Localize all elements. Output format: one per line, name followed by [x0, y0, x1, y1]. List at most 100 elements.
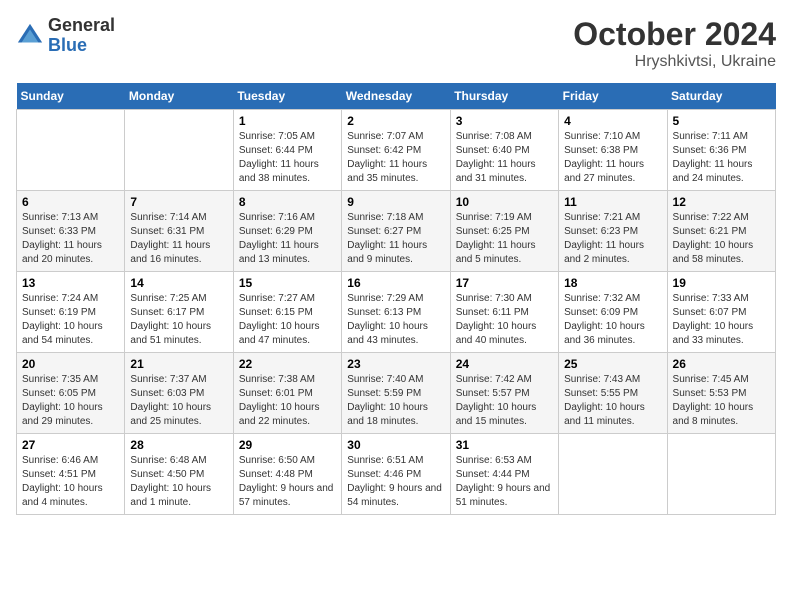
month-title: October 2024 [573, 16, 776, 53]
day-number: 7 [130, 195, 227, 209]
day-info: Sunrise: 7:05 AM Sunset: 6:44 PM Dayligh… [239, 130, 336, 186]
day-number: 17 [456, 276, 553, 290]
calendar-day-cell: 20Sunrise: 7:35 AM Sunset: 6:05 PM Dayli… [17, 353, 125, 434]
day-number: 23 [347, 357, 444, 371]
calendar-day-cell: 15 Sunrise: 7:27 AM Sunset: 6:15 PM Dayli… [233, 272, 341, 353]
calendar-day-cell: 14 Sunrise: 7:25 AM Sunset: 6:17 PM Dayli… [125, 272, 233, 353]
calendar-day-cell: 5Sunrise: 7:11 AM Sunset: 6:36 PM Daylig… [667, 110, 775, 191]
day-number: 16 [347, 276, 444, 290]
day-number: 19 [673, 276, 770, 290]
calendar-day-cell: 12Sunrise: 7:22 AM Sunset: 6:21 PM Dayli… [667, 191, 775, 272]
day-number: 2 [347, 114, 444, 128]
calendar-day-cell: 19Sunrise: 7:33 AM Sunset: 6:07 PM Dayli… [667, 272, 775, 353]
day-number: 4 [564, 114, 661, 128]
calendar-day-cell: 26 Sunrise: 7:45 AM Sunset: 5:53 PM Dayli… [667, 353, 775, 434]
calendar-day-cell: 10Sunrise: 7:19 AM Sunset: 6:25 PM Dayli… [450, 191, 558, 272]
calendar-day-cell [667, 434, 775, 515]
logo-blue-text: Blue [48, 36, 115, 56]
day-info: Sunrise: 6:51 AM Sunset: 4:46 PM Dayligh… [347, 454, 444, 510]
calendar-day-cell: 1 Sunrise: 7:05 AM Sunset: 6:44 PM Daylig… [233, 110, 341, 191]
calendar-week-row: 20Sunrise: 7:35 AM Sunset: 6:05 PM Dayli… [17, 353, 776, 434]
calendar-day-cell: 31 Sunrise: 6:53 AM Sunset: 4:44 PM Dayli… [450, 434, 558, 515]
day-info: Sunrise: 6:48 AM Sunset: 4:50 PM Dayligh… [130, 454, 227, 510]
calendar-body: 1 Sunrise: 7:05 AM Sunset: 6:44 PM Daylig… [17, 110, 776, 515]
weekday-header-cell: Wednesday [342, 83, 450, 110]
day-info: Sunrise: 7:37 AM Sunset: 6:03 PM Dayligh… [130, 373, 227, 429]
calendar-day-cell: 2 Sunrise: 7:07 AM Sunset: 6:42 PM Daylig… [342, 110, 450, 191]
logo: General Blue [16, 16, 115, 56]
day-info: Sunrise: 6:53 AM Sunset: 4:44 PM Dayligh… [456, 454, 553, 510]
weekday-header-cell: Monday [125, 83, 233, 110]
calendar-day-cell: 22 Sunrise: 7:38 AM Sunset: 6:01 PM Dayli… [233, 353, 341, 434]
day-info: Sunrise: 7:45 AM Sunset: 5:53 PM Dayligh… [673, 373, 770, 429]
calendar-day-cell: 23 Sunrise: 7:40 AM Sunset: 5:59 PM Dayli… [342, 353, 450, 434]
day-info: Sunrise: 7:14 AM Sunset: 6:31 PM Dayligh… [130, 211, 227, 267]
day-info: Sunrise: 7:27 AM Sunset: 6:15 PM Dayligh… [239, 292, 336, 348]
logo-icon [16, 22, 44, 50]
day-number: 1 [239, 114, 336, 128]
calendar-day-cell: 16 Sunrise: 7:29 AM Sunset: 6:13 PM Dayli… [342, 272, 450, 353]
calendar-day-cell: 9Sunrise: 7:18 AM Sunset: 6:27 PM Daylig… [342, 191, 450, 272]
day-number: 8 [239, 195, 336, 209]
page-header: General Blue October 2024 Hryshkivtsi, U… [16, 16, 776, 71]
day-info: Sunrise: 7:24 AM Sunset: 6:19 PM Dayligh… [22, 292, 119, 348]
day-number: 3 [456, 114, 553, 128]
calendar-day-cell: 11 Sunrise: 7:21 AM Sunset: 6:23 PM Dayli… [559, 191, 667, 272]
calendar-day-cell: 6 Sunrise: 7:13 AM Sunset: 6:33 PM Daylig… [17, 191, 125, 272]
day-number: 28 [130, 438, 227, 452]
day-info: Sunrise: 7:21 AM Sunset: 6:23 PM Dayligh… [564, 211, 661, 267]
day-info: Sunrise: 7:10 AM Sunset: 6:38 PM Dayligh… [564, 130, 661, 186]
calendar-day-cell: 8Sunrise: 7:16 AM Sunset: 6:29 PM Daylig… [233, 191, 341, 272]
day-number: 13 [22, 276, 119, 290]
day-number: 26 [673, 357, 770, 371]
calendar-day-cell: 24 Sunrise: 7:42 AM Sunset: 5:57 PM Dayli… [450, 353, 558, 434]
day-info: Sunrise: 7:40 AM Sunset: 5:59 PM Dayligh… [347, 373, 444, 429]
day-number: 31 [456, 438, 553, 452]
day-info: Sunrise: 7:32 AM Sunset: 6:09 PM Dayligh… [564, 292, 661, 348]
day-number: 29 [239, 438, 336, 452]
day-info: Sunrise: 7:07 AM Sunset: 6:42 PM Dayligh… [347, 130, 444, 186]
calendar-day-cell: 28 Sunrise: 6:48 AM Sunset: 4:50 PM Dayli… [125, 434, 233, 515]
day-info: Sunrise: 7:13 AM Sunset: 6:33 PM Dayligh… [22, 211, 119, 267]
day-number: 9 [347, 195, 444, 209]
day-number: 14 [130, 276, 227, 290]
day-number: 30 [347, 438, 444, 452]
calendar-week-row: 13 Sunrise: 7:24 AM Sunset: 6:19 PM Dayli… [17, 272, 776, 353]
day-info: Sunrise: 7:38 AM Sunset: 6:01 PM Dayligh… [239, 373, 336, 429]
day-number: 20 [22, 357, 119, 371]
day-info: Sunrise: 7:08 AM Sunset: 6:40 PM Dayligh… [456, 130, 553, 186]
day-number: 12 [673, 195, 770, 209]
weekday-header-row: SundayMondayTuesdayWednesdayThursdayFrid… [17, 83, 776, 110]
day-number: 21 [130, 357, 227, 371]
calendar-day-cell: 27Sunrise: 6:46 AM Sunset: 4:51 PM Dayli… [17, 434, 125, 515]
calendar-day-cell: 4 Sunrise: 7:10 AM Sunset: 6:38 PM Daylig… [559, 110, 667, 191]
day-info: Sunrise: 7:42 AM Sunset: 5:57 PM Dayligh… [456, 373, 553, 429]
calendar-day-cell [125, 110, 233, 191]
calendar-day-cell: 21 Sunrise: 7:37 AM Sunset: 6:03 PM Dayli… [125, 353, 233, 434]
calendar-week-row: 1 Sunrise: 7:05 AM Sunset: 6:44 PM Daylig… [17, 110, 776, 191]
calendar-day-cell: 7 Sunrise: 7:14 AM Sunset: 6:31 PM Daylig… [125, 191, 233, 272]
day-info: Sunrise: 7:25 AM Sunset: 6:17 PM Dayligh… [130, 292, 227, 348]
weekday-header-cell: Thursday [450, 83, 558, 110]
weekday-header-cell: Sunday [17, 83, 125, 110]
day-info: Sunrise: 6:50 AM Sunset: 4:48 PM Dayligh… [239, 454, 336, 510]
day-number: 24 [456, 357, 553, 371]
calendar-day-cell [559, 434, 667, 515]
calendar-week-row: 6 Sunrise: 7:13 AM Sunset: 6:33 PM Daylig… [17, 191, 776, 272]
day-number: 27 [22, 438, 119, 452]
calendar-table: SundayMondayTuesdayWednesdayThursdayFrid… [16, 83, 776, 515]
title-block: October 2024 Hryshkivtsi, Ukraine [573, 16, 776, 71]
day-number: 11 [564, 195, 661, 209]
calendar-day-cell: 3 Sunrise: 7:08 AM Sunset: 6:40 PM Daylig… [450, 110, 558, 191]
day-info: Sunrise: 7:29 AM Sunset: 6:13 PM Dayligh… [347, 292, 444, 348]
calendar-day-cell: 29 Sunrise: 6:50 AM Sunset: 4:48 PM Dayli… [233, 434, 341, 515]
weekday-header-cell: Friday [559, 83, 667, 110]
day-info: Sunrise: 7:43 AM Sunset: 5:55 PM Dayligh… [564, 373, 661, 429]
calendar-day-cell: 18Sunrise: 7:32 AM Sunset: 6:09 PM Dayli… [559, 272, 667, 353]
day-number: 6 [22, 195, 119, 209]
day-number: 22 [239, 357, 336, 371]
day-number: 10 [456, 195, 553, 209]
day-number: 15 [239, 276, 336, 290]
weekday-header-cell: Saturday [667, 83, 775, 110]
calendar-day-cell [17, 110, 125, 191]
